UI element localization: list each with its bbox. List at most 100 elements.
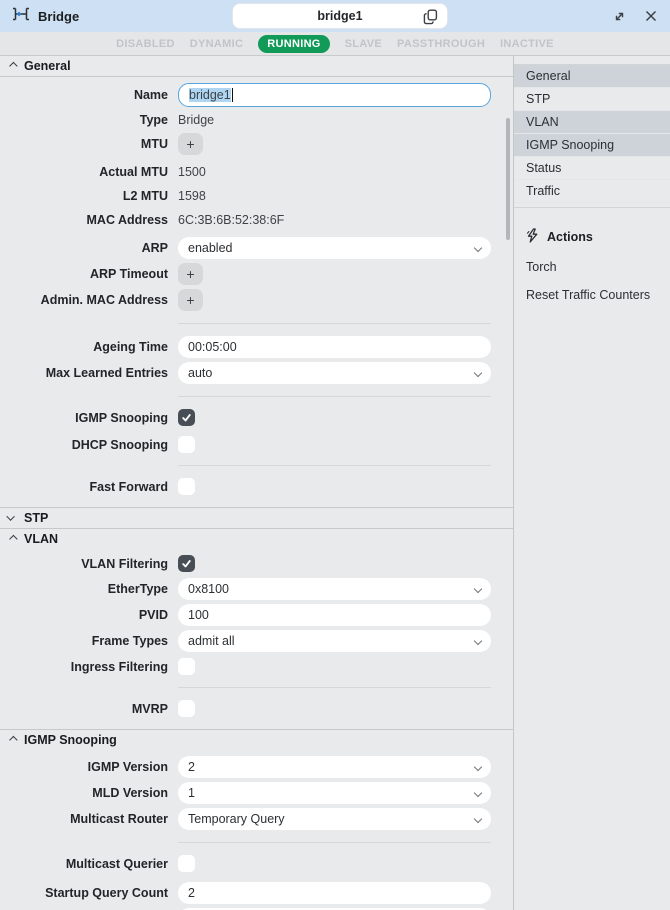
close-icon[interactable] <box>644 9 658 23</box>
pvid-label: PVID <box>0 608 168 622</box>
name-input[interactable]: bridge1 <box>178 83 491 107</box>
chevron-down-icon <box>474 244 482 252</box>
field-row-admin-mac: Admin. MAC Address + <box>0 289 513 311</box>
mtu-label: MTU <box>0 137 168 151</box>
multicast-querier-checkbox[interactable] <box>178 855 195 872</box>
admin-mac-add-button[interactable]: + <box>178 289 203 311</box>
field-row-multicast-router: Multicast Router Temporary Query <box>0 808 513 830</box>
divider <box>178 842 491 843</box>
arp-select[interactable]: enabled <box>178 237 491 259</box>
sidebar-item-stp[interactable]: STP <box>514 88 670 111</box>
chevron-down-icon <box>474 369 482 377</box>
pvid-input[interactable]: 100 <box>178 604 491 626</box>
mtu-add-button[interactable]: + <box>178 133 203 155</box>
startup-query-count-input[interactable]: 2 <box>178 882 491 904</box>
field-row-mtu: MTU + <box>0 133 513 155</box>
sidebar-item-vlan[interactable]: VLAN <box>514 111 670 134</box>
restore-window-icon[interactable] <box>612 9 626 23</box>
max-learned-label: Max Learned Entries <box>0 366 168 380</box>
arp-timeout-add-button[interactable]: + <box>178 263 203 285</box>
divider <box>178 687 491 688</box>
bridge-icon <box>12 5 30 28</box>
field-row-name: Name bridge1 <box>0 83 513 107</box>
section-header-general[interactable]: General <box>0 56 513 77</box>
fast-forward-checkbox[interactable] <box>178 478 195 495</box>
expand-icon <box>6 512 14 520</box>
multicast-router-label: Multicast Router <box>0 812 168 826</box>
mvrp-checkbox[interactable] <box>178 700 195 717</box>
vlan-filtering-checkbox[interactable] <box>178 555 195 572</box>
section-header-vlan[interactable]: VLAN <box>0 528 513 549</box>
multicast-router-select[interactable]: Temporary Query <box>178 808 491 830</box>
mvrp-label: MVRP <box>0 702 168 716</box>
mld-version-select[interactable]: 1 <box>178 782 491 804</box>
ageing-time-input[interactable]: 00:05:00 <box>178 336 491 358</box>
chevron-down-icon <box>474 789 482 797</box>
sidebar-item-traffic[interactable]: Traffic <box>514 180 670 203</box>
igmp-snooping-checkbox[interactable] <box>178 409 195 426</box>
window-title: Bridge <box>38 9 79 24</box>
vlan-filtering-label: VLAN Filtering <box>0 557 168 571</box>
field-row-l2-mtu: L2 MTU 1598 <box>0 189 513 203</box>
sidebar-item-status[interactable]: Status <box>514 157 670 180</box>
field-row-arp: ARP enabled <box>0 237 513 259</box>
mld-version-label: MLD Version <box>0 786 168 800</box>
dhcp-snooping-label: DHCP Snooping <box>0 438 168 452</box>
lightning-icon <box>526 228 539 246</box>
divider <box>178 323 491 324</box>
form-scrollbar-thumb[interactable] <box>506 118 510 240</box>
actions-panel: Actions Torch Reset Traffic Counters <box>514 208 670 302</box>
field-row-igmp-version: IGMP Version 2 <box>0 756 513 778</box>
name-pill-value: bridge1 <box>317 9 362 23</box>
form-panel: General Name bridge1 Type Bridge MTU + A <box>0 56 514 910</box>
section-header-stp[interactable]: STP <box>0 507 513 528</box>
sidebar-nav: General STP VLAN IGMP Snooping Status Tr… <box>514 64 670 203</box>
mac-address-label: MAC Address <box>0 213 168 227</box>
ethertype-select[interactable]: 0x8100 <box>178 578 491 600</box>
divider <box>178 465 491 466</box>
sidebar: General STP VLAN IGMP Snooping Status Tr… <box>514 56 670 910</box>
name-label: Name <box>0 88 168 102</box>
flag-slave: SLAVE <box>345 38 382 50</box>
collapse-icon <box>9 62 17 70</box>
ethertype-label: EtherType <box>0 582 168 596</box>
collapse-icon <box>9 535 17 543</box>
chevron-down-icon <box>474 763 482 771</box>
igmp-snooping-label: IGMP Snooping <box>0 411 168 425</box>
l2-mtu-label: L2 MTU <box>0 189 168 203</box>
sidebar-item-general[interactable]: General <box>514 65 670 88</box>
mac-address-value: 6C:3B:6B:52:38:6F <box>178 213 284 227</box>
l2-mtu-value: 1598 <box>178 189 206 203</box>
name-pill-input[interactable]: bridge1 <box>232 3 448 29</box>
frame-types-select[interactable]: admit all <box>178 630 491 652</box>
igmp-version-select[interactable]: 2 <box>178 756 491 778</box>
sidebar-item-igmp-snooping[interactable]: IGMP Snooping <box>514 134 670 157</box>
section-header-igmp-snooping[interactable]: IGMP Snooping <box>0 729 513 750</box>
action-reset-traffic-counters[interactable]: Reset Traffic Counters <box>526 288 658 302</box>
action-torch[interactable]: Torch <box>526 260 658 274</box>
igmp-version-label: IGMP Version <box>0 760 168 774</box>
bridge-dialog-window: Bridge bridge1 <box>0 0 670 910</box>
dhcp-snooping-checkbox[interactable] <box>178 436 195 453</box>
status-flag-bar: DISABLED DYNAMIC RUNNING SLAVE PASSTHROU… <box>0 32 670 56</box>
field-row-startup-query-count: Startup Query Count 2 <box>0 882 513 904</box>
ingress-filtering-label: Ingress Filtering <box>0 660 168 674</box>
divider <box>178 396 491 397</box>
collapse-icon <box>9 736 17 744</box>
copy-icon[interactable] <box>422 8 440 26</box>
field-row-vlan-filtering: VLAN Filtering <box>0 555 513 572</box>
arp-timeout-label: ARP Timeout <box>0 267 168 281</box>
flag-passthrough: PASSTHROUGH <box>397 38 485 50</box>
flag-inactive: INACTIVE <box>500 38 554 50</box>
ingress-filtering-checkbox[interactable] <box>178 658 195 675</box>
field-row-max-learned: Max Learned Entries auto <box>0 362 513 384</box>
field-row-pvid: PVID 100 <box>0 604 513 626</box>
chevron-down-icon <box>474 815 482 823</box>
field-row-frame-types: Frame Types admit all <box>0 630 513 652</box>
field-row-arp-timeout: ARP Timeout + <box>0 263 513 285</box>
actual-mtu-value: 1500 <box>178 165 206 179</box>
ageing-time-label: Ageing Time <box>0 340 168 354</box>
max-learned-select[interactable]: auto <box>178 362 491 384</box>
field-row-type: Type Bridge <box>0 113 513 127</box>
field-row-actual-mtu: Actual MTU 1500 <box>0 165 513 179</box>
